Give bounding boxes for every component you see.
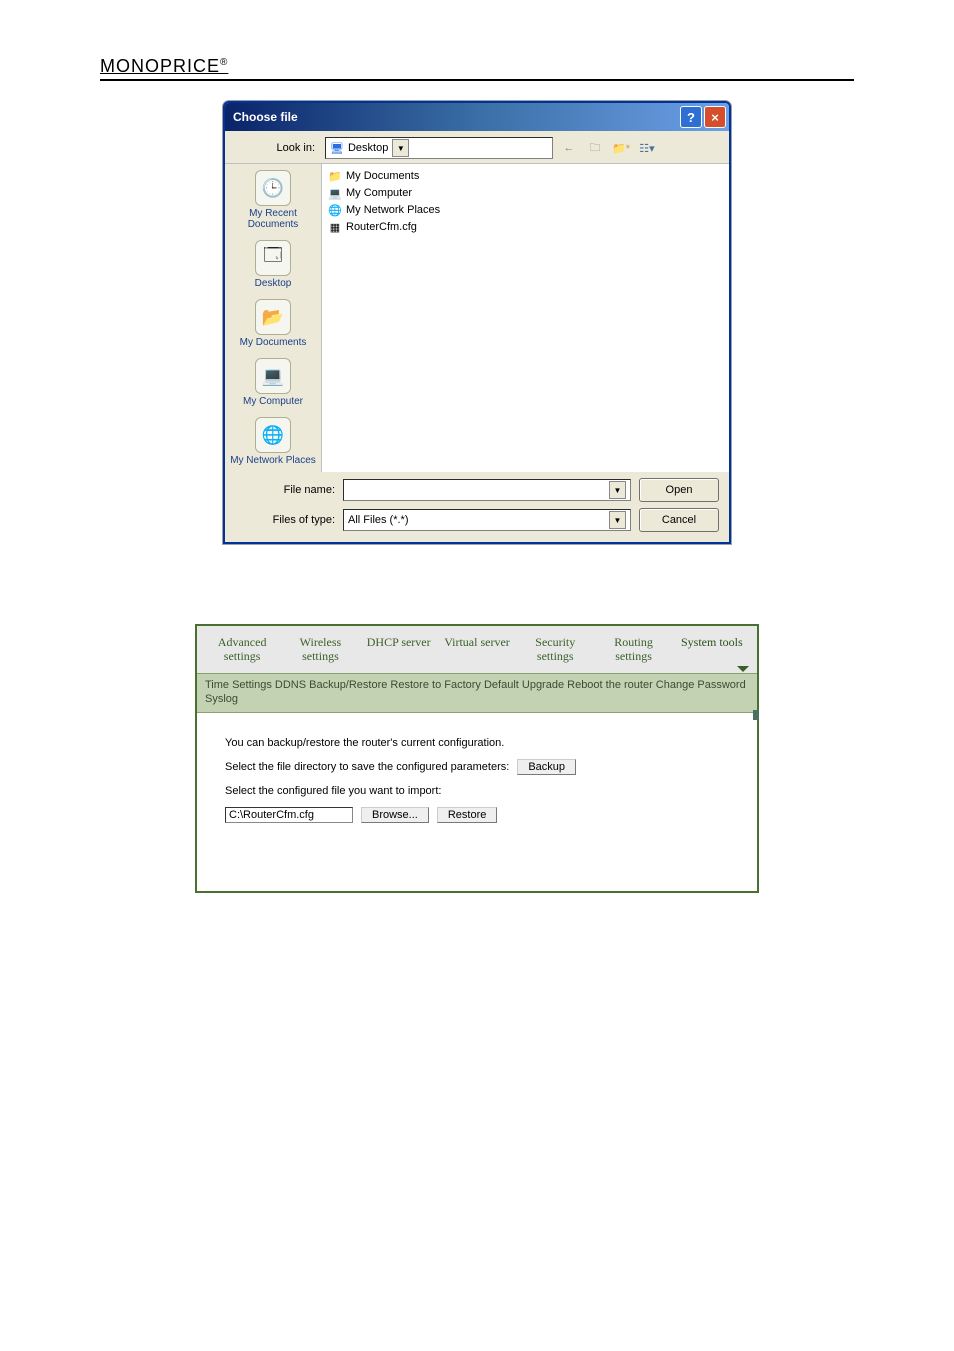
back-button[interactable]: ← xyxy=(559,138,579,158)
restore-button[interactable]: Restore xyxy=(437,807,498,823)
open-button[interactable]: Open xyxy=(639,478,719,502)
backup-label: Select the file directory to save the co… xyxy=(225,761,509,773)
places-my-recent-documents[interactable]: 🕒 My Recent Documents xyxy=(227,170,319,230)
files-of-type-combo[interactable]: All Files (*.*) ▼ xyxy=(343,509,631,531)
look-in-value: Desktop xyxy=(348,142,388,154)
router-admin-panel: Advanced settings Wireless settings DHCP… xyxy=(195,624,759,893)
router-tabs: Advanced settings Wireless settings DHCP… xyxy=(197,626,757,666)
computer-place-icon: 💻 xyxy=(255,358,291,394)
file-name-label: My Network Places xyxy=(346,204,440,216)
chevron-down-icon xyxy=(737,666,749,672)
network-places-place-icon: 🌐 xyxy=(255,417,291,453)
import-label: Select the configured file you want to i… xyxy=(225,785,441,797)
tab-wireless-settings[interactable]: Wireless settings xyxy=(281,632,359,666)
help-icon: ? xyxy=(687,110,695,125)
up-one-level-button[interactable]: 🗀 xyxy=(585,138,605,158)
list-item[interactable]: 💻 My Computer xyxy=(328,185,723,201)
chevron-down-icon[interactable]: ▼ xyxy=(609,511,626,529)
files-of-type-value: All Files (*.*) xyxy=(348,514,409,526)
places-my-documents[interactable]: 📂 My Documents xyxy=(227,299,319,348)
tab-dhcp-server[interactable]: DHCP server xyxy=(360,632,438,666)
places-my-network-places[interactable]: 🌐 My Network Places xyxy=(227,417,319,466)
close-icon: × xyxy=(711,110,719,125)
backup-restore-description: You can backup/restore the router's curr… xyxy=(225,737,504,749)
computer-icon: 💻 xyxy=(328,187,342,200)
place-label: My Computer xyxy=(243,396,303,407)
file-list[interactable]: 📁 My Documents 💻 My Computer 🌐 My Networ… xyxy=(322,164,729,472)
views-button[interactable]: ☷▾ xyxy=(637,138,657,158)
tab-security-settings[interactable]: Security settings xyxy=(516,632,594,666)
network-places-icon: 🌐 xyxy=(328,204,342,217)
places-desktop[interactable]: 🗔 Desktop xyxy=(227,240,319,289)
list-item[interactable]: 📁 My Documents xyxy=(328,168,723,184)
cancel-button[interactable]: Cancel xyxy=(639,508,719,532)
look-in-combo[interactable]: 🖥 Desktop ▼ xyxy=(325,137,553,159)
chevron-down-icon[interactable]: ▼ xyxy=(392,139,409,157)
scrollbar-thumb[interactable] xyxy=(753,710,759,720)
file-name-label: My Documents xyxy=(346,170,419,182)
list-item[interactable]: ▦ RouterCfm.cfg xyxy=(328,219,723,235)
file-name-label: File name: xyxy=(235,484,335,496)
choose-file-dialog: Choose file ? × Look in: 🖥 Desktop ▼ ← 🗀… xyxy=(223,101,731,544)
browse-button[interactable]: Browse... xyxy=(361,807,429,823)
tab-routing-settings[interactable]: Routing settings xyxy=(594,632,672,666)
import-path-input[interactable] xyxy=(225,807,353,823)
help-button[interactable]: ? xyxy=(680,106,702,128)
subnav[interactable]: Time Settings DDNS Backup/Restore Restor… xyxy=(197,673,757,714)
dialog-bottom: File name: ▼ Open Files of type: All Fil… xyxy=(225,472,729,542)
backup-button[interactable]: Backup xyxy=(517,759,576,775)
files-of-type-label: Files of type: xyxy=(235,514,335,526)
chevron-down-icon[interactable]: ▼ xyxy=(609,481,626,499)
place-label: My Recent Documents xyxy=(227,208,319,230)
brand-text: MONOPRICE xyxy=(100,56,220,76)
tab-advanced-settings[interactable]: Advanced settings xyxy=(203,632,281,666)
desktop-icon: 🖥 xyxy=(330,142,344,155)
dialog-title: Choose file xyxy=(233,110,678,124)
page-header: MONOPRICE® xyxy=(100,56,854,81)
brand-mark: ® xyxy=(220,57,228,68)
recent-documents-icon: 🕒 xyxy=(255,170,291,206)
look-in-label: Look in: xyxy=(235,142,319,154)
brand-logo: MONOPRICE® xyxy=(100,56,228,76)
place-label: My Documents xyxy=(240,337,307,348)
close-button[interactable]: × xyxy=(704,106,726,128)
places-my-computer[interactable]: 💻 My Computer xyxy=(227,358,319,407)
config-file-icon: ▦ xyxy=(328,221,342,234)
backup-restore-panel: You can backup/restore the router's curr… xyxy=(197,713,757,891)
tab-system-tools[interactable]: System tools xyxy=(673,632,751,666)
file-name-input[interactable]: ▼ xyxy=(343,479,631,501)
titlebar: Choose file ? × xyxy=(225,103,729,131)
desktop-place-icon: 🗔 xyxy=(255,240,291,276)
arrow-left-icon: ← xyxy=(564,142,575,154)
list-item[interactable]: 🌐 My Network Places xyxy=(328,202,723,218)
place-label: My Network Places xyxy=(230,455,316,466)
dialog-body: 🕒 My Recent Documents 🗔 Desktop 📂 My Doc… xyxy=(225,163,729,472)
active-tab-indicator xyxy=(203,666,751,673)
places-bar: 🕒 My Recent Documents 🗔 Desktop 📂 My Doc… xyxy=(225,164,322,472)
tab-virtual-server[interactable]: Virtual server xyxy=(438,632,516,666)
look-in-toolbar: Look in: 🖥 Desktop ▼ ← 🗀 📁* ☷▾ xyxy=(225,131,729,163)
file-name-label: RouterCfm.cfg xyxy=(346,221,417,233)
documents-place-icon: 📂 xyxy=(255,299,291,335)
place-label: Desktop xyxy=(255,278,292,289)
new-folder-button[interactable]: 📁* xyxy=(611,138,631,158)
file-name-label: My Computer xyxy=(346,187,412,199)
folder-icon: 📁 xyxy=(328,170,342,183)
subnav-text: Time Settings DDNS Backup/Restore Restor… xyxy=(205,679,746,705)
